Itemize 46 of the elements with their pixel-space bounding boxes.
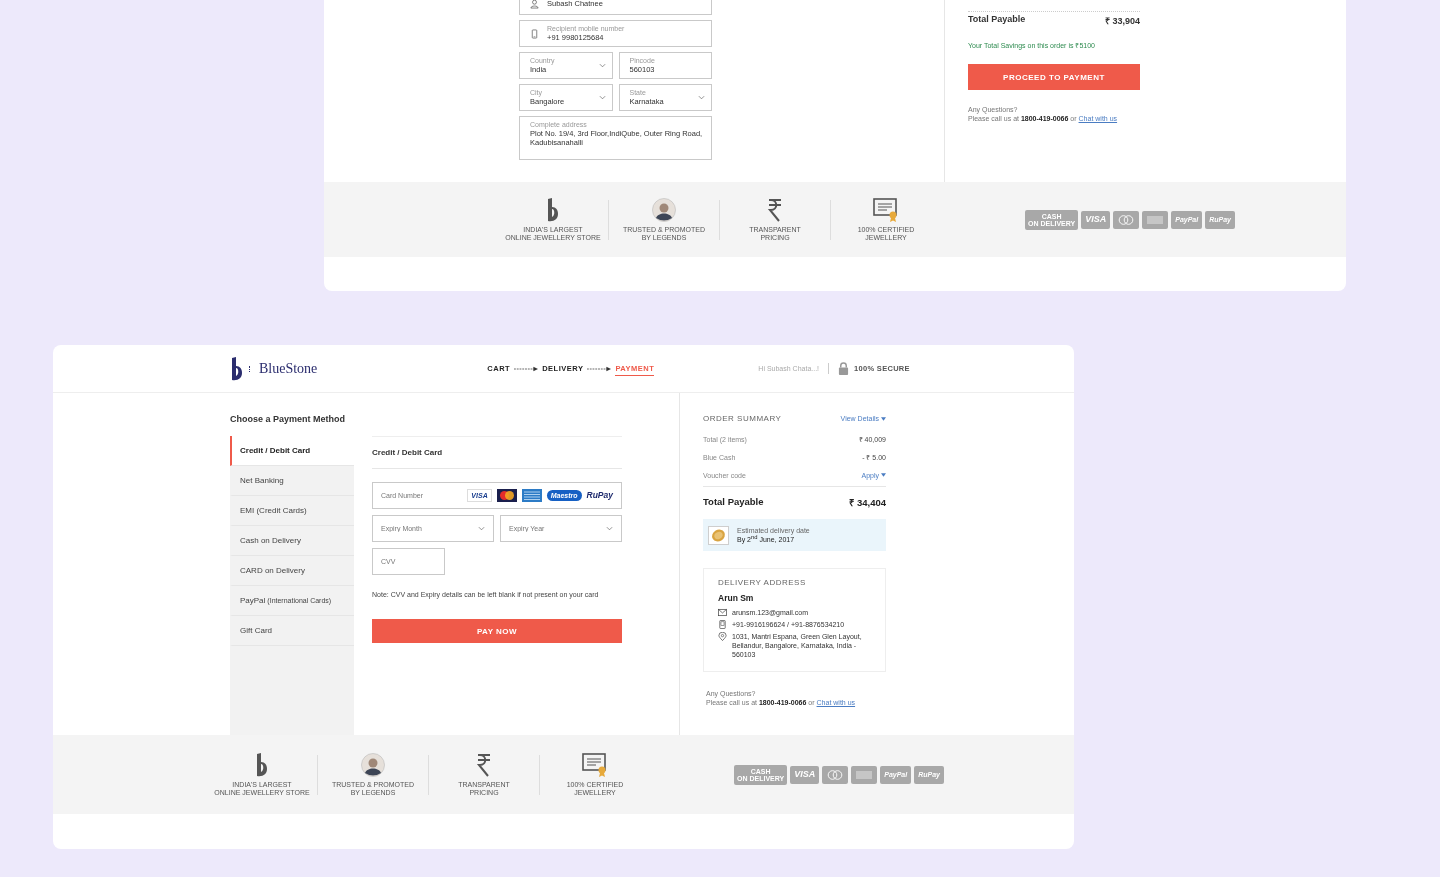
total-payable-value: ₹ 34,404 (849, 496, 886, 509)
address-title: DELIVERY ADDRESS (718, 578, 807, 587)
payment-method-item[interactable]: Gift Card (230, 616, 354, 646)
phone-icon (718, 620, 727, 629)
order-summary-title: ORDER SUMMARY (703, 414, 782, 423)
letter-logo-icon (231, 356, 243, 381)
certificate-icon (582, 752, 608, 777)
mastercard-logo (1113, 210, 1140, 229)
chevron-down-icon (698, 95, 705, 100)
lock-icon (838, 362, 850, 375)
chevron-down-icon (598, 95, 606, 100)
dashed-arrow-icon (587, 365, 612, 372)
caret-icon (881, 416, 886, 421)
brand-name: BlueStone (259, 360, 318, 377)
chevron-down-icon (606, 526, 613, 531)
avatar-icon (651, 197, 677, 222)
visa-logo: VISA (790, 765, 820, 784)
mastercard-logo (496, 489, 517, 502)
panel-heading: Credit / Debit Card (372, 436, 622, 469)
chevron-down-icon (478, 526, 485, 531)
payment-method-item[interactable]: CARD on Delivery (230, 556, 354, 586)
coin-icon (708, 525, 729, 545)
payment-method-item[interactable]: Cash on Delivery (230, 526, 354, 556)
card-logo (521, 489, 542, 502)
payment-method-item[interactable]: Credit / Debit Card (230, 436, 354, 466)
caret-icon (881, 473, 886, 477)
dashed-arrow-icon (514, 365, 539, 372)
section-title: Choose a Payment Method (230, 414, 347, 424)
chevron-down-icon (598, 63, 606, 68)
total-payable-value: ₹ 33,904 (1104, 15, 1140, 27)
phone-icon (530, 28, 539, 39)
card-logo (851, 765, 878, 784)
card-logo (1142, 210, 1169, 229)
payment-method-item[interactable]: EMI (Credit Cards) (230, 496, 354, 526)
visa-logo: VISA (1081, 210, 1111, 229)
certificate-icon (873, 197, 899, 222)
total-payable-label: Total Payable (703, 496, 764, 509)
total-payable-label: Total Payable (968, 14, 1026, 26)
recipient-name: Arun Sm (718, 593, 755, 603)
envelope-icon (718, 608, 727, 617)
payment-method-item[interactable]: Net Banking (230, 466, 354, 496)
mastercard-logo (822, 765, 849, 784)
rupay-logo: RuPay (586, 491, 613, 500)
avatar-icon (360, 752, 386, 777)
location-pin-icon (718, 632, 727, 641)
person-icon (530, 0, 539, 9)
